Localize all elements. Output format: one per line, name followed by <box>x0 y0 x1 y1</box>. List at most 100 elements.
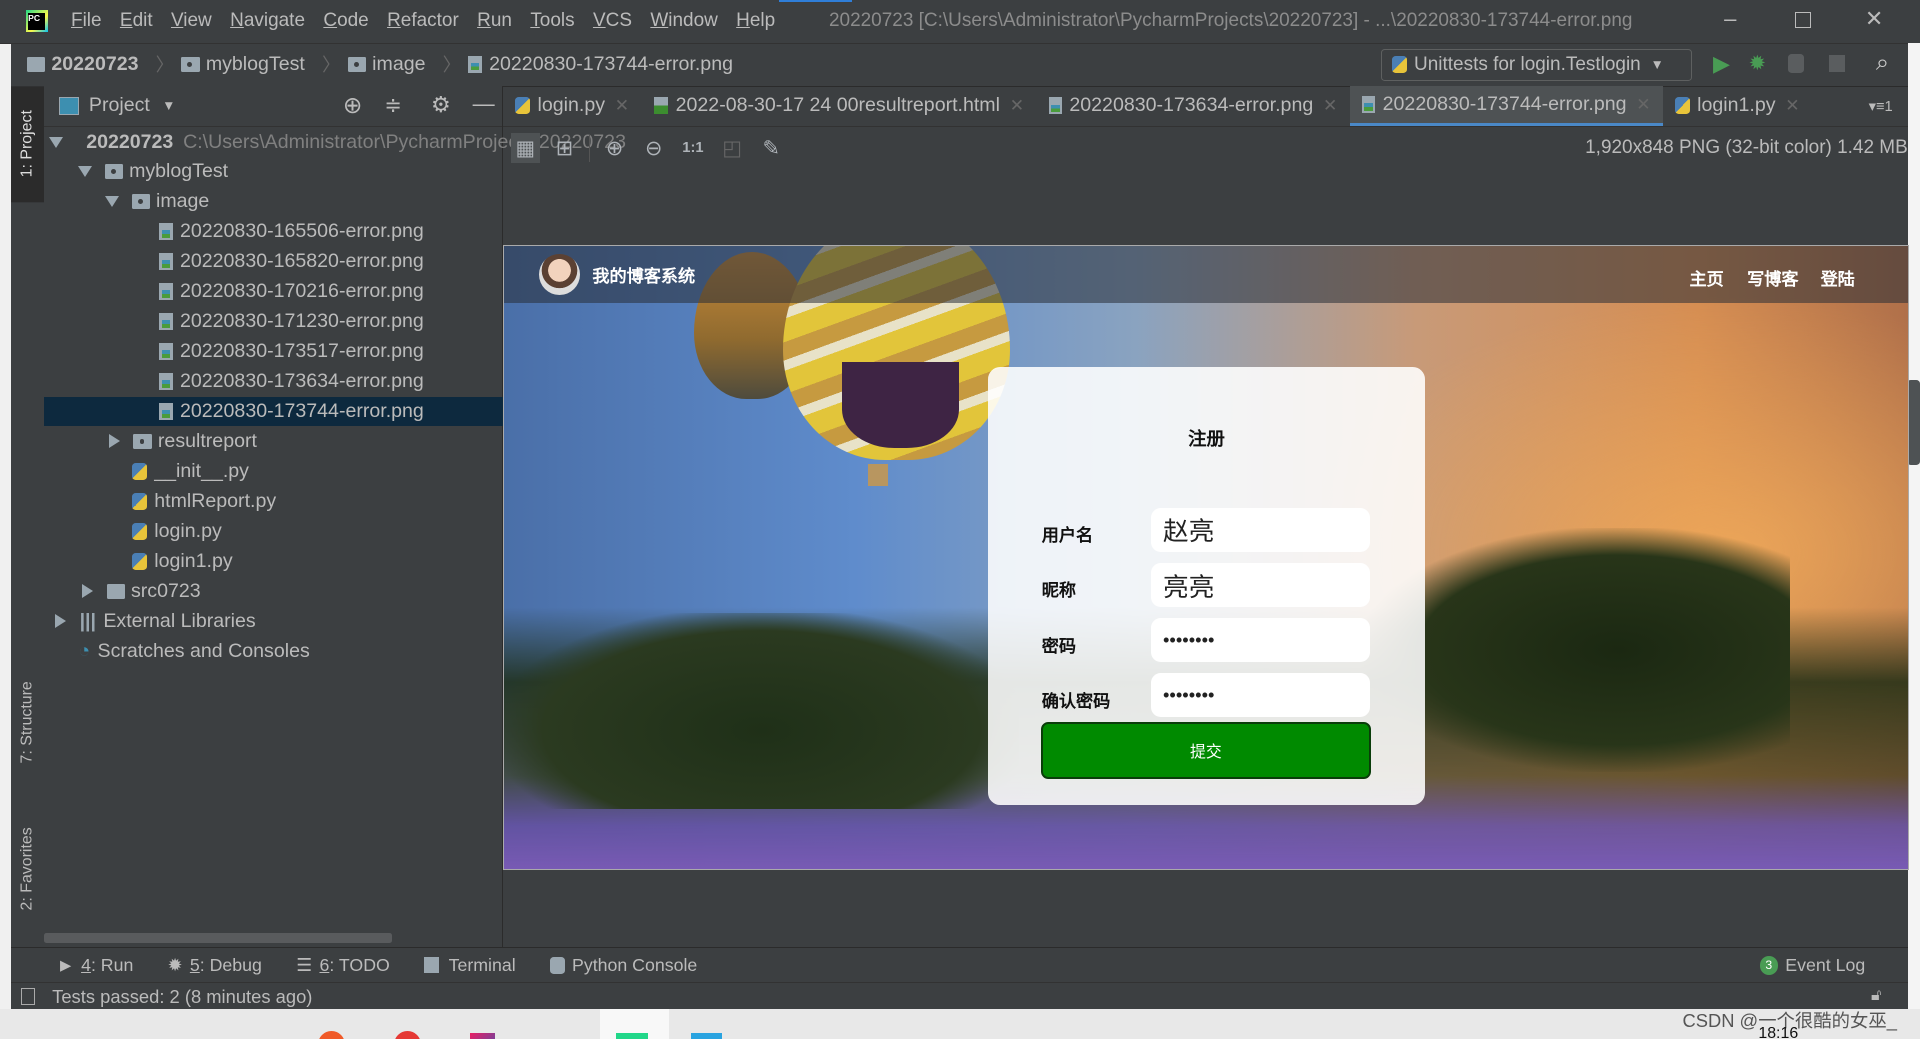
breadcrumb-separator: 〉 <box>155 54 174 76</box>
nav-link-login[interactable]: 登陆 <box>1821 265 1855 290</box>
nav-link-home[interactable]: 主页 <box>1690 265 1724 290</box>
expand-arrow-icon[interactable] <box>78 165 93 177</box>
run-button[interactable]: ▶ <box>1713 51 1730 77</box>
hide-panel-icon[interactable]: — <box>473 91 495 117</box>
tree-item[interactable]: 20220830-165506-error.png <box>44 217 617 246</box>
editor-tab[interactable]: 20220830-173634-error.png ✕ <box>1036 86 1349 126</box>
fit-zoom-icon[interactable]: ◰ <box>717 133 746 162</box>
editor-tab[interactable]: login.py ✕ <box>503 86 641 126</box>
debug-bug-icon[interactable]: ✹ <box>1749 51 1766 76</box>
close-tab-icon[interactable]: ✕ <box>1636 94 1650 115</box>
python-console-button[interactable]: Python Console <box>549 955 697 976</box>
menu-run[interactable]: Run <box>477 10 512 32</box>
tree-item[interactable]: src0723 <box>44 577 536 606</box>
panel-toggle-icon[interactable] <box>20 988 36 1005</box>
collapse-all-icon[interactable]: ≑ <box>384 93 401 118</box>
nav-link-write-blog[interactable]: 写博客 <box>1747 265 1798 290</box>
bug-icon: ✹ <box>167 954 183 975</box>
list-icon: ☰ <box>296 954 313 975</box>
menu-edit[interactable]: Edit <box>120 10 153 32</box>
tool-window-structure[interactable]: 7: Structure <box>11 661 44 783</box>
gear-icon[interactable]: ⚙ <box>431 92 451 118</box>
run-tool-button[interactable]: ▶ 4: Run <box>60 955 133 976</box>
menu-vcs[interactable]: VCS <box>593 10 632 32</box>
lock-icon[interactable]: 🔓︎ <box>1871 987 1881 1005</box>
python-file-icon <box>132 552 147 570</box>
confirm-password-input[interactable]: •••••••• <box>1150 673 1370 718</box>
actual-size-button[interactable]: 1:1 <box>678 133 707 162</box>
menu-code[interactable]: Code <box>323 10 368 32</box>
locate-file-icon[interactable]: ⊕ <box>343 92 362 119</box>
zoom-in-icon[interactable]: ⊕ <box>600 133 629 162</box>
menu-tools[interactable]: Tools <box>530 10 574 32</box>
close-tab-icon[interactable]: ✕ <box>1010 95 1024 116</box>
tool-window-favorites[interactable]: 2: Favorites <box>11 808 44 930</box>
tabs-overflow-button[interactable]: ▾≡1 <box>1869 98 1893 115</box>
collapse-arrow-icon[interactable] <box>82 584 94 599</box>
taskbar-app-icon[interactable] <box>318 1031 346 1039</box>
expand-arrow-icon[interactable] <box>48 136 63 148</box>
collapse-arrow-icon[interactable] <box>55 614 67 629</box>
breadcrumb-root[interactable]: 20220723 <box>26 53 139 76</box>
tree-item[interactable]: ||| External Libraries <box>44 607 509 636</box>
editor-tab[interactable]: 20220830-173744-error.png ✕ <box>1349 85 1663 127</box>
minimize-button[interactable]: – <box>1724 6 1736 32</box>
scrollbar-handle[interactable] <box>1906 379 1920 466</box>
tree-item[interactable]: resultreport <box>44 427 563 456</box>
debug-tool-button[interactable]: ✹ 5: Debug <box>168 955 262 976</box>
close-tab-icon[interactable]: ✕ <box>1323 95 1337 116</box>
event-log-button[interactable]: 3 Event Log <box>1759 955 1865 976</box>
editor-tab[interactable]: 2022-08-30-17 24 00resultreport.html ✕ <box>641 86 1036 126</box>
nickname-input[interactable]: 亮亮 <box>1150 563 1370 608</box>
breadcrumb-image[interactable]: image <box>347 53 425 76</box>
horizontal-scrollbar[interactable] <box>44 933 392 943</box>
tree-item[interactable]: image <box>44 187 563 216</box>
taskbar-app-icon[interactable] <box>690 1033 723 1039</box>
username-input[interactable]: 赵亮 <box>1150 507 1370 552</box>
submit-button[interactable]: 提交 <box>1040 722 1372 779</box>
collapse-arrow-icon[interactable] <box>108 434 120 449</box>
tool-label: : Run <box>90 954 134 975</box>
breadcrumb-myblogtest[interactable]: myblogTest <box>181 53 305 76</box>
close-tab-icon[interactable]: ✕ <box>1785 95 1799 116</box>
menu-window[interactable]: Window <box>650 10 717 32</box>
python-icon <box>1392 56 1407 74</box>
password-input[interactable]: •••••••• <box>1150 618 1370 663</box>
terminal-tool-button[interactable]: Terminal <box>424 955 516 976</box>
breadcrumb-label: myblogTest <box>205 52 305 75</box>
menu-help[interactable]: Help <box>736 10 775 32</box>
menu-view[interactable]: View <box>171 10 212 32</box>
project-view-selector[interactable]: Project <box>89 94 150 117</box>
maximize-button[interactable] <box>1795 12 1811 28</box>
python-file-icon <box>132 522 147 540</box>
taskbar-app-icon[interactable] <box>470 1033 495 1039</box>
run-icon: ▶ <box>59 957 72 974</box>
checkerboard-icon[interactable]: ▦ <box>510 133 540 163</box>
tree-item[interactable]: ◔ Scratches and Consoles <box>44 637 536 666</box>
color-picker-icon[interactable]: ✎ <box>757 133 786 162</box>
python-file-icon <box>1675 97 1690 115</box>
menu-navigate[interactable]: Navigate <box>230 10 305 32</box>
coverage-button[interactable] <box>1787 53 1804 74</box>
menu-refactor[interactable]: Refactor <box>387 10 459 32</box>
editor-tab[interactable]: login1.py ✕ <box>1663 86 1812 126</box>
search-icon[interactable]: ⌕ <box>1876 49 1889 76</box>
breadcrumb-file[interactable]: 20220830-173744-error.png <box>468 53 733 76</box>
tree-root[interactable]: 20220723 C:\Users\Administrator\PycharmP… <box>44 127 626 156</box>
tree-item[interactable]: myblogTest <box>44 157 536 186</box>
zoom-out-icon[interactable]: ⊖ <box>639 133 668 162</box>
trees-picture <box>1361 527 1790 773</box>
event-count-badge: 3 <box>1759 956 1778 975</box>
pycharm-logo-icon: PC <box>25 10 48 33</box>
chevron-down-icon[interactable]: ▼ <box>162 98 175 113</box>
grid-icon[interactable]: ⊞ <box>550 133 579 162</box>
tool-window-project[interactable]: 1: Project <box>11 85 45 203</box>
taskbar-app-icon[interactable] <box>394 1031 422 1039</box>
expand-arrow-icon[interactable] <box>105 195 120 207</box>
todo-tool-button[interactable]: ☰ 6: TODO <box>296 955 390 976</box>
stop-button[interactable] <box>1829 55 1846 73</box>
close-button[interactable]: ✕ <box>1865 6 1883 32</box>
menu-file[interactable]: File <box>71 10 102 32</box>
close-tab-icon[interactable]: ✕ <box>615 95 629 116</box>
run-configuration-dropdown[interactable]: Unittests for login.Testlogin ▼ <box>1381 48 1693 81</box>
